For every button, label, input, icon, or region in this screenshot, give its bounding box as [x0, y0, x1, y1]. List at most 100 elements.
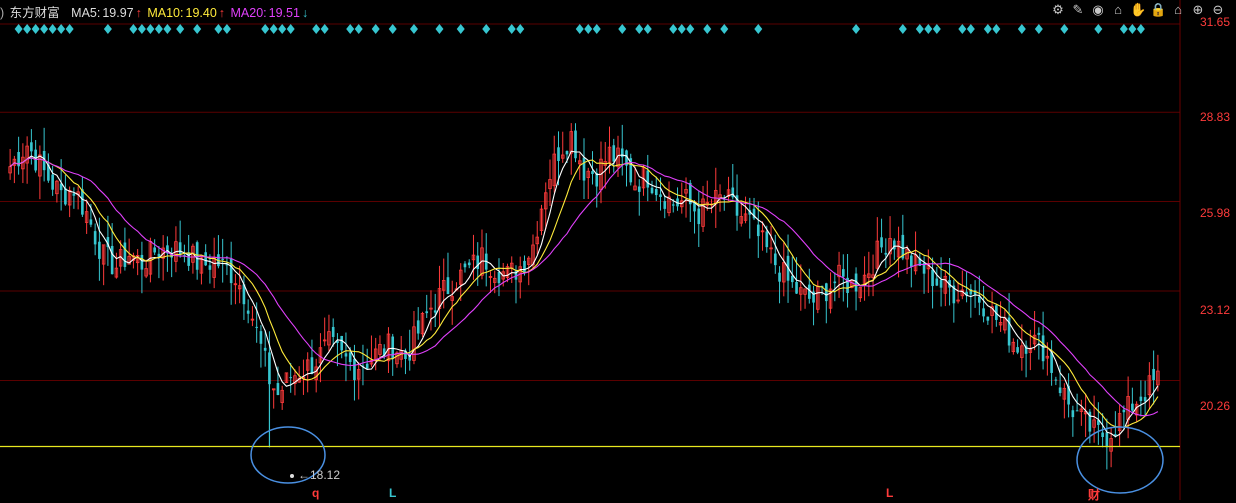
candle-body — [497, 272, 501, 284]
signal-diamond — [57, 24, 66, 34]
candle-body — [1016, 347, 1019, 353]
candle-body — [637, 186, 641, 192]
candle-body — [654, 188, 658, 196]
candlestick-chart — [0, 0, 1181, 500]
candle-body — [64, 188, 67, 205]
signal-diamond — [40, 24, 49, 34]
candle-body — [565, 151, 569, 155]
candle-body — [340, 335, 344, 351]
signal-diamond — [898, 24, 907, 34]
signal-diamond — [320, 24, 329, 34]
candle-body — [208, 265, 212, 270]
signal-diamond — [592, 24, 601, 34]
signal-diamond — [137, 24, 146, 34]
eye-icon[interactable]: ◉ — [1090, 2, 1106, 18]
signal-diamond — [669, 24, 678, 34]
signal-diamond — [983, 24, 992, 34]
signal-diamond — [456, 24, 465, 34]
candle-body — [591, 171, 594, 175]
signal-diamond — [754, 24, 763, 34]
candle-body — [765, 231, 769, 248]
candle-body — [795, 281, 798, 294]
signal-diamond — [635, 24, 644, 34]
candle-body — [1037, 332, 1041, 335]
home-icon[interactable]: ⌂ — [1170, 2, 1186, 18]
signal-diamond — [371, 24, 380, 34]
signal-diamond — [278, 24, 287, 34]
signal-diamond — [222, 24, 231, 34]
signal-diamond — [193, 24, 202, 34]
candle-body — [671, 204, 675, 206]
event-marker-l-red[interactable]: L — [886, 486, 893, 500]
hand-icon[interactable]: ✋ — [1130, 2, 1146, 18]
signal-diamond — [584, 24, 593, 34]
left-arrow-icon[interactable]: ) — [0, 6, 4, 20]
signal-diamond — [176, 24, 185, 34]
signal-diamond — [958, 24, 967, 34]
signal-diamond — [618, 24, 627, 34]
y-tick-label: 28.83 — [1199, 110, 1230, 124]
signal-diamond — [720, 24, 729, 34]
signal-diamond — [388, 24, 397, 34]
candle-body — [931, 269, 934, 287]
signal-diamond — [1136, 24, 1145, 34]
signal-diamond — [852, 24, 861, 34]
event-marker-l-blue[interactable]: L — [389, 486, 396, 500]
basket-icon[interactable]: ⌂ — [1110, 2, 1126, 18]
candle-body — [663, 201, 667, 209]
candle-body — [93, 231, 97, 245]
candle-body — [884, 252, 888, 255]
candle-body — [557, 147, 560, 161]
gear-icon[interactable]: ⚙ — [1050, 2, 1066, 18]
signal-diamond — [435, 24, 444, 34]
candle-body — [574, 130, 577, 159]
candle-body — [935, 278, 939, 286]
candle-body — [463, 263, 467, 268]
low-pointer-icon: ← — [298, 468, 310, 482]
candle-body — [365, 363, 369, 369]
annotations — [0, 426, 1180, 494]
signal-diamond — [1060, 24, 1069, 34]
candle-body — [1131, 403, 1134, 411]
candle-body — [221, 258, 224, 260]
candle-body — [1139, 396, 1143, 401]
signal-diamond — [924, 24, 933, 34]
candle-body — [204, 252, 207, 266]
indicator-header: ) 东方财富 MA5: 19.97 ↑ MA10: 19.40 ↑ MA20: 19.51… — [0, 2, 310, 21]
candle-body — [790, 275, 794, 283]
event-marker-cai[interactable]: 财 — [1088, 486, 1100, 503]
signal-diamond — [992, 24, 1001, 34]
event-marker-q[interactable]: q — [312, 486, 319, 500]
candle-body — [1101, 432, 1104, 438]
signal-diamond — [354, 24, 363, 34]
candle-body — [433, 310, 437, 313]
candle-body — [982, 308, 985, 317]
signal-diamond — [48, 24, 57, 34]
pencil-icon[interactable]: ✎ — [1070, 2, 1086, 18]
candle-body — [246, 310, 250, 314]
low-price-label: ←18.12 — [298, 468, 341, 482]
signal-diamond — [507, 24, 516, 34]
y-tick-label: 31.65 — [1199, 15, 1230, 29]
lock-icon[interactable]: 🔒 — [1150, 2, 1166, 18]
candle-body — [756, 224, 760, 237]
candle-body — [331, 326, 335, 337]
candle-body — [123, 242, 127, 267]
candle-body — [646, 170, 650, 188]
signal-diamond — [1128, 24, 1137, 34]
candle-body — [1071, 410, 1075, 418]
signal-diamond — [516, 24, 525, 34]
candles — [8, 123, 1160, 470]
ma5-arrow: ↑ — [135, 6, 142, 20]
signal-diamond — [154, 24, 163, 34]
ma10-arrow: ↑ — [218, 6, 226, 20]
candle-body — [259, 331, 263, 344]
signal-diamond — [346, 24, 355, 34]
signal-diamond — [286, 24, 295, 34]
candle-body — [51, 174, 54, 190]
candle-body — [778, 272, 781, 282]
candle-body — [476, 255, 480, 269]
signal-diamond — [65, 24, 74, 34]
candle-body — [824, 283, 828, 302]
candle-body — [1058, 387, 1062, 394]
